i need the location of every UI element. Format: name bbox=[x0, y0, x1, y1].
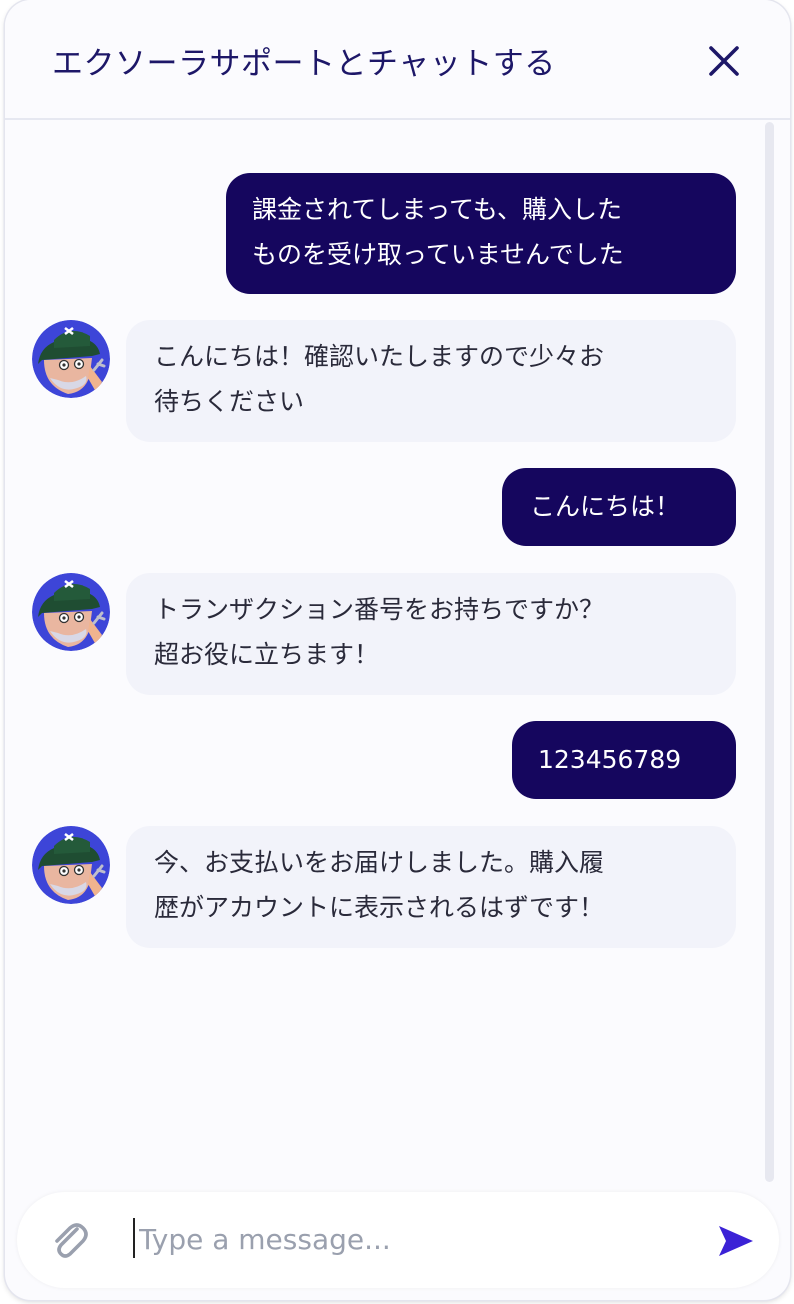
message-line: 123456789 bbox=[538, 745, 682, 774]
message-line: こんにちは！確認いたしますので少々お bbox=[154, 342, 605, 371]
bot-message: 今、お支払いをお届けしました。購入履 歴がアカウントに表示されるはずです！ bbox=[126, 826, 736, 948]
support-avatar bbox=[32, 573, 110, 651]
send-button[interactable] bbox=[715, 1220, 757, 1262]
bot-message: トランザクション番号をお持ちですか？ 超お役に立ちます！ bbox=[126, 573, 736, 695]
message-line: こんにちは！ bbox=[530, 492, 681, 521]
message-list[interactable]: 課金されてしまっても、購入した ものを受け取っていませんでした こんにちは！確認… bbox=[5, 122, 790, 1182]
message-input[interactable] bbox=[139, 1216, 679, 1262]
user-message: 123456789 bbox=[512, 721, 736, 799]
user-message: 課金されてしまっても、購入した ものを受け取っていませんでした bbox=[226, 173, 736, 294]
chat-widget: エクソーラサポートとチャットする 課金されてしまっても、購入した ものを受け取っ… bbox=[5, 0, 790, 1300]
close-button[interactable] bbox=[705, 42, 743, 80]
bot-message: こんにちは！確認いたしますので少々お 待ちください bbox=[126, 320, 736, 442]
paperclip-icon bbox=[55, 1223, 88, 1258]
message-line: ものを受け取っていませんでした bbox=[252, 240, 624, 269]
support-avatar bbox=[32, 320, 110, 398]
chat-header: エクソーラサポートとチャットする bbox=[5, 0, 790, 120]
chat-title: エクソーラサポートとチャットする bbox=[52, 46, 556, 82]
message-line: 歴がアカウントに表示されるはずです！ bbox=[154, 893, 605, 922]
message-line: トランザクション番号をお持ちですか？ bbox=[154, 595, 605, 624]
message-composer bbox=[17, 1192, 779, 1288]
send-icon bbox=[719, 1226, 753, 1256]
message-line: 待ちください bbox=[154, 387, 305, 416]
message-line: 今、お支払いをお届けしました。購入履 bbox=[154, 848, 605, 877]
text-cursor bbox=[133, 1218, 135, 1258]
user-message: こんにちは！ bbox=[502, 468, 736, 546]
message-line: 課金されてしまっても、購入した bbox=[252, 195, 623, 224]
support-avatar bbox=[32, 826, 110, 904]
message-scrollbar[interactable] bbox=[765, 122, 774, 1182]
close-icon bbox=[709, 46, 739, 76]
message-line: 超お役に立ちます！ bbox=[154, 640, 380, 669]
attach-button[interactable] bbox=[47, 1218, 91, 1262]
